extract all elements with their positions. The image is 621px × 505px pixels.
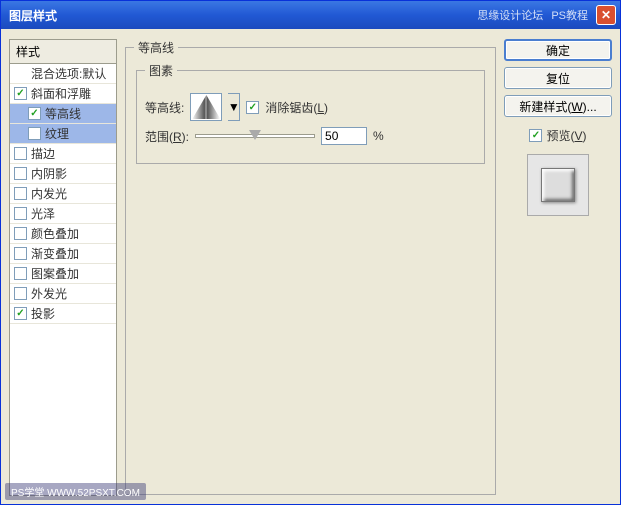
elements-fieldset: 图素 等高线: ▼ 消除锯齿(L) 范围(R): 50 % (136, 62, 485, 164)
range-label: 范围(R): (145, 128, 189, 145)
titlebar-text-2: PS教程 (551, 7, 588, 23)
checkbox-icon[interactable] (14, 187, 27, 200)
window-title: 图层样式 (9, 7, 57, 24)
preview-label: 预览(V) (546, 127, 586, 144)
spacer-icon (14, 67, 27, 80)
styles-header[interactable]: 样式 (9, 39, 117, 63)
slider-thumb-icon[interactable] (249, 130, 261, 140)
contour-curve-icon (192, 95, 220, 119)
style-contour[interactable]: 等高线 (10, 104, 116, 124)
preview-bevel-icon (541, 168, 575, 202)
checkbox-icon[interactable] (28, 107, 41, 120)
outer-legend: 等高线 (134, 39, 178, 56)
buttons-column: 确定 复位 新建样式(W)... 预览(V) (504, 39, 612, 496)
settings-column: 等高线 图素 等高线: ▼ 消除锯齿(L) 范围(R): 50 % (123, 39, 498, 496)
style-inner-shadow[interactable]: 内阴影 (10, 164, 116, 184)
styles-list: 混合选项:默认 斜面和浮雕 等高线 纹理 描边 内阴影 内发光 光泽 颜色叠加 … (9, 63, 117, 496)
range-slider[interactable] (195, 134, 315, 138)
reset-button[interactable]: 复位 (504, 67, 612, 89)
checkbox-icon[interactable] (14, 87, 27, 100)
client-area: 样式 混合选项:默认 斜面和浮雕 等高线 纹理 描边 内阴影 内发光 光泽 颜色… (1, 29, 620, 504)
preview-swatch (527, 154, 589, 216)
style-pattern-overlay[interactable]: 图案叠加 (10, 264, 116, 284)
range-row: 范围(R): 50 % (145, 127, 476, 145)
style-gradient-overlay[interactable]: 渐变叠加 (10, 244, 116, 264)
checkbox-icon[interactable] (14, 287, 27, 300)
style-drop-shadow[interactable]: 投影 (10, 304, 116, 324)
new-style-button[interactable]: 新建样式(W)... (504, 95, 612, 117)
checkbox-icon[interactable] (14, 267, 27, 280)
layer-style-dialog: 图层样式 思缘设计论坛 PS教程 ✕ 样式 混合选项:默认 斜面和浮雕 等高线 … (0, 0, 621, 505)
checkbox-icon[interactable] (14, 247, 27, 260)
close-button[interactable]: ✕ (596, 5, 616, 25)
contour-label: 等高线: (145, 99, 184, 116)
style-blend-default[interactable]: 混合选项:默认 (10, 64, 116, 84)
preview-checkbox[interactable] (529, 129, 542, 142)
ok-button[interactable]: 确定 (504, 39, 612, 61)
style-outer-glow[interactable]: 外发光 (10, 284, 116, 304)
checkbox-icon[interactable] (14, 167, 27, 180)
range-unit: % (373, 129, 384, 143)
checkbox-icon[interactable] (14, 207, 27, 220)
anti-alias-checkbox[interactable] (246, 101, 259, 114)
range-input[interactable]: 50 (321, 127, 367, 145)
watermark: PS学堂 WWW.52PSXT.COM (5, 483, 146, 500)
titlebar-right: 思缘设计论坛 PS教程 ✕ (477, 5, 616, 25)
contour-dropdown[interactable]: ▼ (228, 93, 240, 121)
style-color-overlay[interactable]: 颜色叠加 (10, 224, 116, 244)
anti-alias-label: 消除锯齿(L) (265, 99, 328, 116)
styles-column: 样式 混合选项:默认 斜面和浮雕 等高线 纹理 描边 内阴影 内发光 光泽 颜色… (9, 39, 117, 496)
checkbox-icon[interactable] (28, 127, 41, 140)
style-stroke[interactable]: 描边 (10, 144, 116, 164)
style-inner-glow[interactable]: 内发光 (10, 184, 116, 204)
checkbox-icon[interactable] (14, 307, 27, 320)
contour-picker[interactable] (190, 93, 222, 121)
contour-fieldset: 等高线 图素 等高线: ▼ 消除锯齿(L) 范围(R): 50 % (125, 39, 496, 495)
style-texture[interactable]: 纹理 (10, 124, 116, 144)
preview-toggle[interactable]: 预览(V) (504, 127, 612, 144)
style-bevel[interactable]: 斜面和浮雕 (10, 84, 116, 104)
checkbox-icon[interactable] (14, 227, 27, 240)
chevron-down-icon: ▼ (228, 100, 240, 114)
contour-row: 等高线: ▼ 消除锯齿(L) (145, 93, 476, 121)
titlebar: 图层样式 思缘设计论坛 PS教程 ✕ (1, 1, 620, 29)
inner-legend: 图素 (145, 62, 177, 79)
titlebar-text-1: 思缘设计论坛 (477, 7, 543, 23)
checkbox-icon[interactable] (14, 147, 27, 160)
style-satin[interactable]: 光泽 (10, 204, 116, 224)
